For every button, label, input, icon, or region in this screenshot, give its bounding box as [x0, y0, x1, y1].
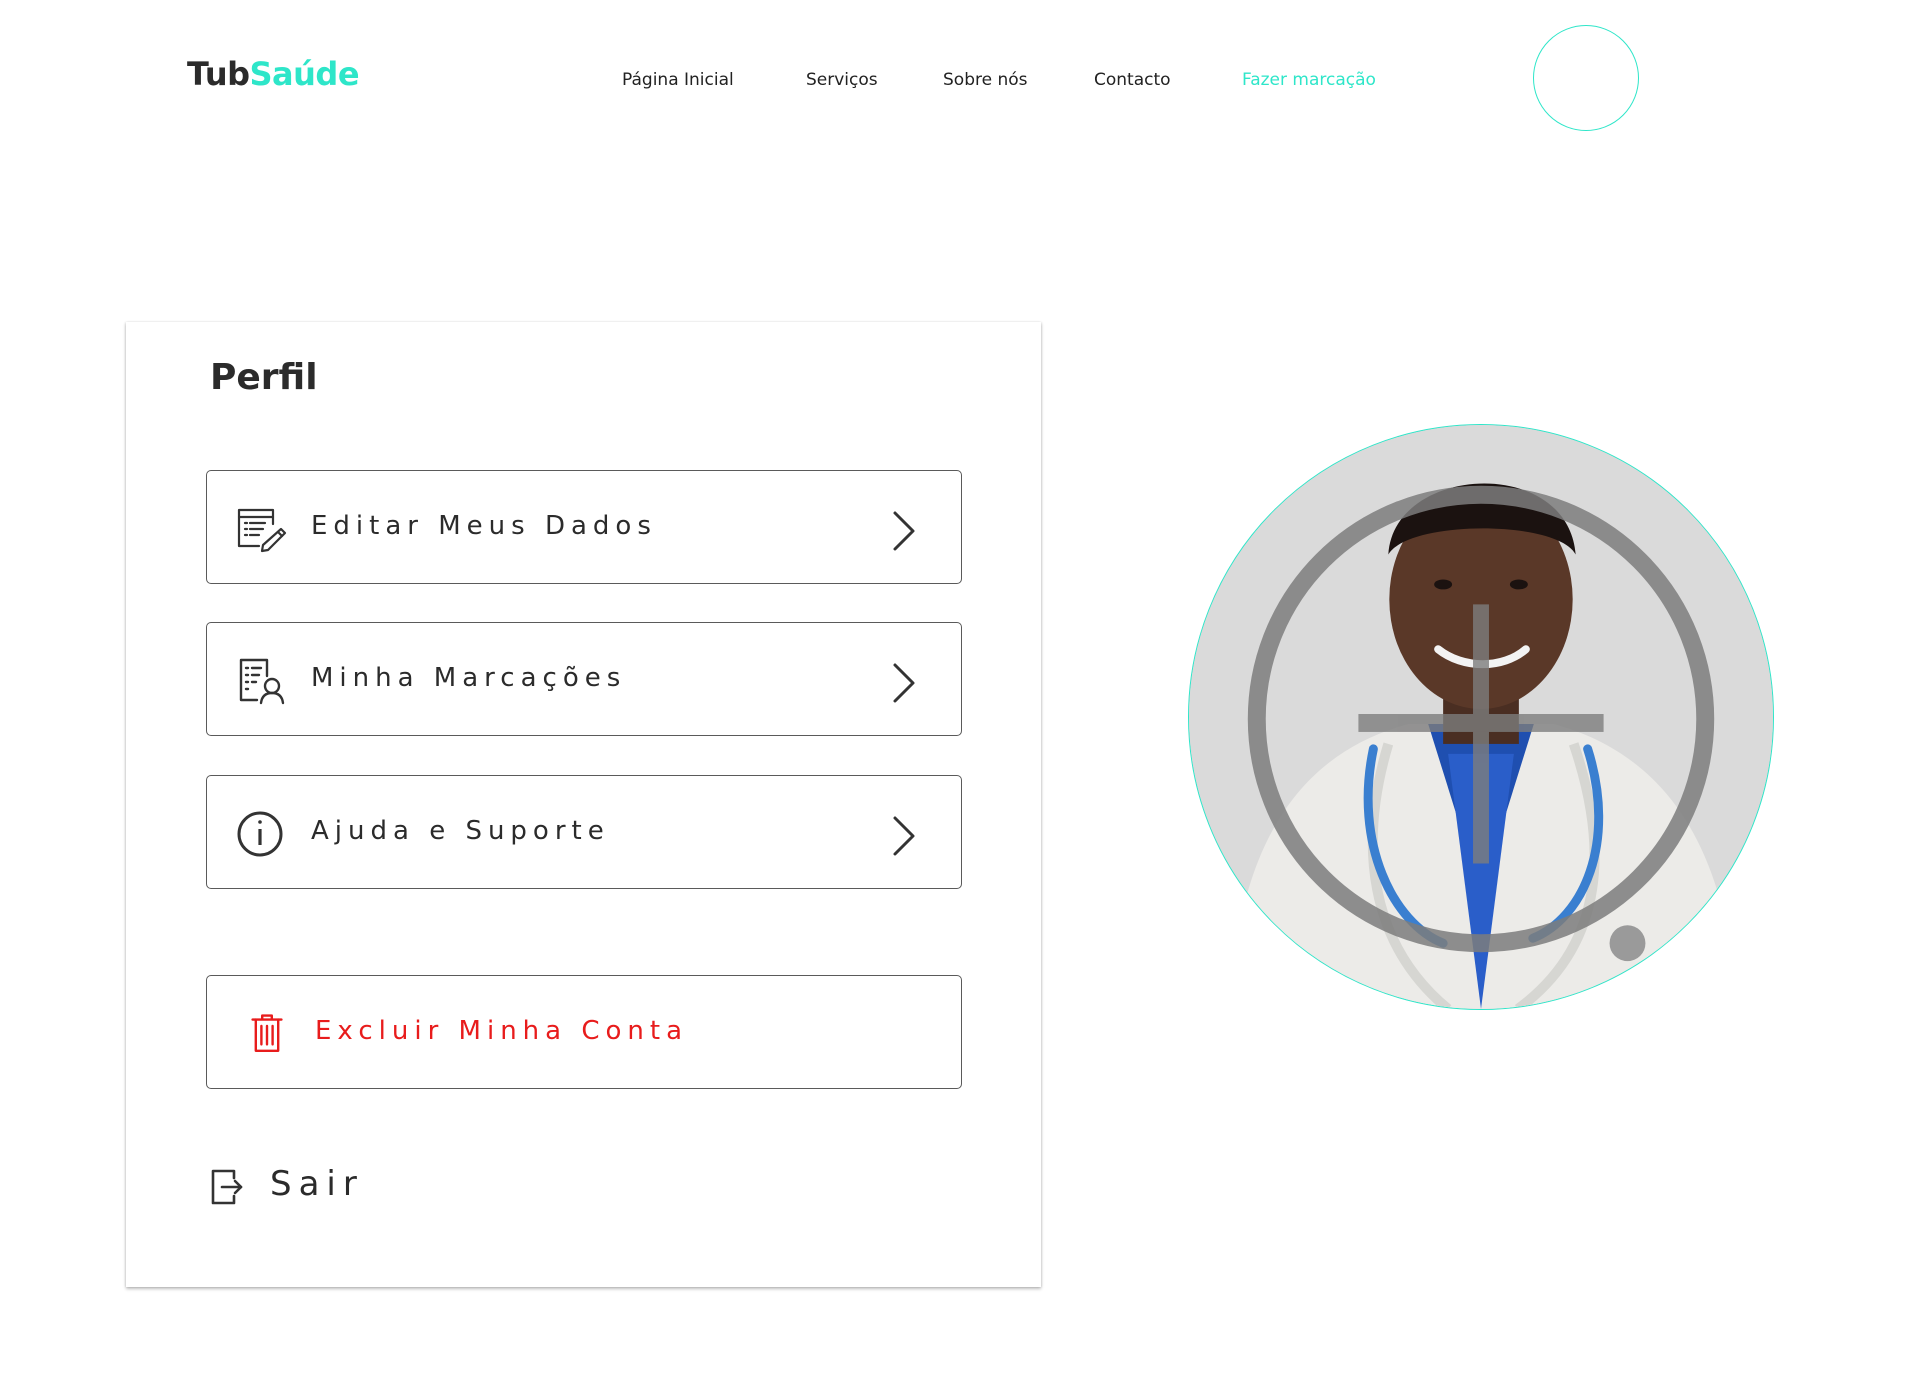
chevron-right-icon	[893, 511, 915, 551]
trash-icon	[251, 1014, 283, 1052]
my-appointments-label: Minha Marcações	[311, 663, 627, 693]
edit-my-data-button[interactable]: Editar Meus Dados	[206, 470, 962, 584]
help-support-button[interactable]: Ajuda e Suporte	[206, 775, 962, 889]
nav-book-appointment[interactable]: Fazer marcação	[1242, 70, 1376, 90]
profile-card: Perfil Editar Meus Dados Minha Marcações	[126, 322, 1041, 1287]
delete-account-button[interactable]: Excluir Minha Conta	[206, 975, 962, 1089]
appointments-person-icon	[239, 658, 285, 705]
info-icon	[237, 811, 283, 857]
doctor-photo	[1189, 425, 1773, 1009]
chevron-right-icon	[893, 663, 915, 703]
help-support-label: Ajuda e Suporte	[311, 816, 610, 846]
edit-document-icon	[237, 508, 287, 553]
nav-home[interactable]: Página Inicial	[622, 70, 734, 90]
profile-avatar[interactable]	[1188, 424, 1774, 1010]
edit-my-data-label: Editar Meus Dados	[311, 511, 657, 541]
logout-icon	[211, 1169, 243, 1205]
nav-contact[interactable]: Contacto	[1094, 70, 1171, 90]
logout-button[interactable]: Sair	[210, 1162, 450, 1212]
nav-about[interactable]: Sobre nós	[943, 70, 1028, 90]
my-appointments-button[interactable]: Minha Marcações	[206, 622, 962, 736]
chevron-right-icon	[893, 816, 915, 856]
user-menu-circle[interactable]	[1533, 25, 1639, 131]
page-title: Perfil	[210, 357, 318, 398]
nav-services[interactable]: Serviços	[806, 70, 878, 90]
logout-label: Sair	[270, 1164, 364, 1204]
delete-account-label: Excluir Minha Conta	[315, 1016, 689, 1046]
